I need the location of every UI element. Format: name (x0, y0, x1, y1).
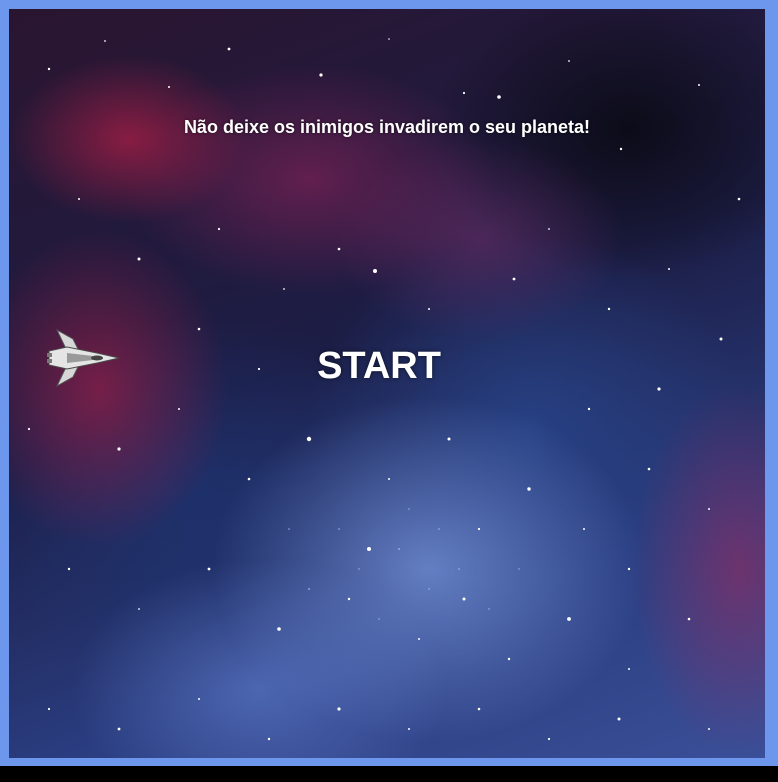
spaceship-icon (47, 328, 120, 388)
game-canvas[interactable]: Não deixe os inimigos invadirem o seu pl… (9, 9, 765, 758)
start-button[interactable]: START (299, 345, 459, 388)
game-frame: Não deixe os inimigos invadirem o seu pl… (0, 0, 778, 766)
game-tagline: Não deixe os inimigos invadirem o seu pl… (183, 117, 591, 137)
